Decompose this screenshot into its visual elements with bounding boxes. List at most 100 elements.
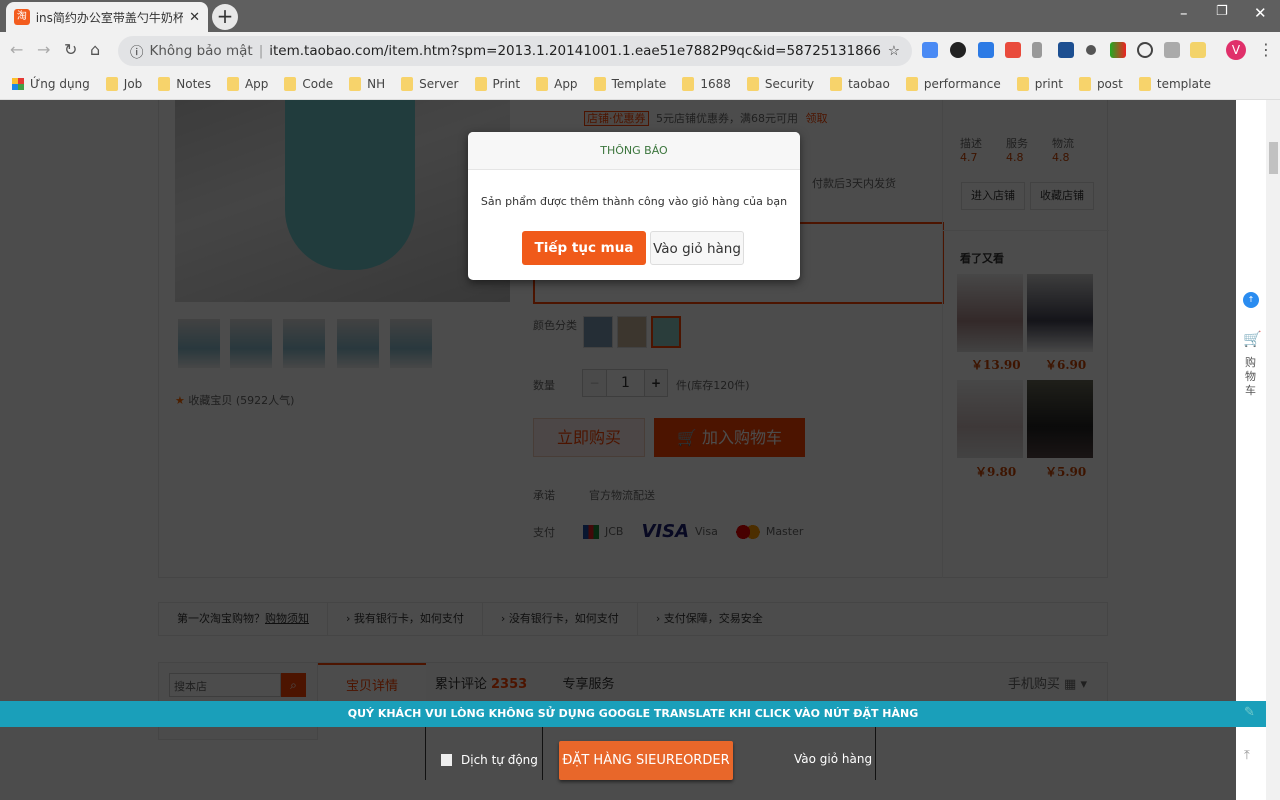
new-tab-button[interactable]: + <box>212 4 238 30</box>
info-link[interactable]: › 支付保障，交易安全 <box>638 602 781 636</box>
increment-button[interactable]: + <box>645 370 667 396</box>
restore-icon[interactable]: ❐ <box>1216 4 1228 19</box>
thumbnail[interactable] <box>390 319 432 368</box>
decrement-button[interactable]: − <box>583 370 606 396</box>
search-ext-icon[interactable] <box>950 42 966 58</box>
bookmark-folder[interactable]: Job <box>105 76 142 91</box>
shop-search-input[interactable]: 搜本店 <box>169 673 281 697</box>
scrollbar[interactable] <box>1266 100 1280 800</box>
home-icon[interactable]: ⌂ <box>90 40 100 59</box>
info-link[interactable]: › 没有银行卡，如何支付 <box>483 602 638 636</box>
bookmark-folder[interactable]: NH <box>349 76 385 91</box>
bookmark-folder[interactable]: App <box>536 76 578 91</box>
bookmark-folder[interactable]: Template <box>593 76 666 91</box>
color-swatch[interactable] <box>617 316 647 348</box>
also-viewed-title: 看了又看 <box>960 252 1004 265</box>
info-link[interactable]: › 我有银行卡，如何支付 <box>328 602 483 636</box>
color-swatch-selected[interactable] <box>651 316 681 348</box>
thumbnail[interactable] <box>230 319 272 368</box>
ext-icon[interactable] <box>1110 42 1126 58</box>
back-to-top-icon[interactable]: ⤒ <box>1244 748 1250 763</box>
bookmark-folder[interactable]: 1688 <box>682 76 731 91</box>
tab-reviews[interactable]: 累计评论 2353 <box>426 663 536 704</box>
ext-icon[interactable] <box>1137 42 1153 58</box>
eyedropper-ext-icon[interactable] <box>1032 42 1042 58</box>
place-order-button[interactable]: ĐẶT HÀNG SIEUREORDER <box>559 741 733 780</box>
thumbnail[interactable] <box>283 319 325 368</box>
minimize-icon[interactable]: – <box>1180 4 1188 22</box>
coupon-tag: 店铺·优惠券 <box>584 111 649 126</box>
divider: | <box>258 43 264 59</box>
ext-icon[interactable] <box>978 42 994 58</box>
address-bar[interactable]: ⓘ Không bảo mật | item.taobao.com/item.h… <box>118 36 912 66</box>
cart-icon[interactable]: 🛒 <box>1243 330 1262 348</box>
search-button[interactable]: ⌕ <box>281 673 306 697</box>
recommended-item-image[interactable] <box>1027 274 1093 352</box>
folder-icon <box>349 76 362 91</box>
auto-translate-checkbox[interactable] <box>441 754 452 766</box>
quantity-stepper: − 1 + <box>582 369 668 397</box>
add-to-cart-button[interactable]: 🛒 加入购物车 <box>654 418 805 457</box>
reload-icon[interactable]: ↻ <box>64 40 77 59</box>
close-tab-icon[interactable]: ✕ <box>189 10 200 25</box>
bookmark-folder[interactable]: Server <box>401 76 459 91</box>
quantity-input[interactable]: 1 <box>606 370 645 396</box>
browser-tab[interactable]: 淘 ins简约办公室带盖勺牛奶杯咖啡 ✕ <box>6 2 208 32</box>
bookmark-folder[interactable]: performance <box>905 76 1001 91</box>
mobile-buy[interactable]: 手机购买 ▦ ▾ <box>1008 663 1107 704</box>
back-icon[interactable]: ← <box>10 40 23 59</box>
tab-details[interactable]: 宝贝详情 <box>318 663 426 704</box>
shop-ratings: 描述 4.7 服务 4.8 物流 4.8 <box>960 135 1074 164</box>
favorite-shop-button[interactable]: 收藏店铺 <box>1030 182 1094 210</box>
chat-icon[interactable]: ↑ <box>1243 292 1259 308</box>
enter-shop-button[interactable]: 进入店铺 <box>961 182 1025 210</box>
bottom-go-to-cart-link[interactable]: Vào giỏ hàng <box>794 752 872 766</box>
recommended-item-image[interactable] <box>1027 380 1093 458</box>
recommended-item-image[interactable] <box>957 274 1023 352</box>
profile-avatar[interactable]: V <box>1226 40 1246 60</box>
stock-info: 件(库存120件) <box>676 379 750 392</box>
bookmark-folder[interactable]: taobao <box>830 76 890 91</box>
bookmark-folder[interactable]: template <box>1138 76 1211 91</box>
buy-now-button[interactable]: 立即购买 <box>533 418 645 457</box>
bookmark-folder[interactable]: print <box>1016 76 1063 91</box>
bookmark-folder[interactable]: App <box>226 76 268 91</box>
close-window-icon[interactable]: ✕ <box>1254 4 1267 22</box>
go-to-cart-button[interactable]: Vào giỏ hàng <box>650 231 744 265</box>
bookmark-apps[interactable]: Ứng dụng <box>12 77 90 91</box>
ext-icon[interactable] <box>1005 42 1021 58</box>
bookmark-folder[interactable]: post <box>1078 76 1123 91</box>
recommended-item-image[interactable] <box>957 380 1023 458</box>
ext-icon[interactable] <box>1190 42 1206 58</box>
favorite-item[interactable]: ★ 收藏宝贝 (5922人气) <box>175 392 294 408</box>
bookmark-folder[interactable]: Security <box>746 76 814 91</box>
folder-icon <box>536 76 549 91</box>
auto-translate-toggle[interactable]: Dịch tự động <box>441 753 538 767</box>
pencil-icon[interactable]: ✎ <box>1244 705 1255 720</box>
coupon-claim-link[interactable]: 领取 <box>806 112 828 125</box>
scrollbar-thumb[interactable] <box>1269 142 1278 174</box>
folder-icon <box>830 76 843 91</box>
thumbnail[interactable] <box>337 319 379 368</box>
recommended-price: ￥9.80 <box>975 465 1017 479</box>
tab-services[interactable]: 专享服务 <box>536 663 641 704</box>
ext-icon[interactable] <box>1086 45 1096 55</box>
cart-label[interactable]: 购物车 <box>1245 356 1257 398</box>
color-swatch[interactable] <box>583 316 613 348</box>
bookmark-folder[interactable]: Print <box>474 76 520 91</box>
folder-icon <box>105 76 118 91</box>
shopping-guide-link[interactable]: 购物须知 <box>265 612 309 625</box>
thumbnail[interactable] <box>178 319 220 368</box>
folder-icon <box>474 76 487 91</box>
bookmark-folder[interactable]: Code <box>284 76 333 91</box>
crx-ext-icon[interactable] <box>1164 42 1180 58</box>
forward-icon[interactable]: → <box>37 40 50 59</box>
bookmark-star-icon[interactable]: ☆ <box>888 43 900 59</box>
menu-icon[interactable]: ⋮ <box>1258 40 1274 59</box>
google-translate-ext-icon[interactable] <box>922 42 938 58</box>
continue-shopping-button[interactable]: Tiếp tục mua hàng <box>522 231 646 280</box>
ext-icon[interactable] <box>1058 42 1074 58</box>
translate-warning: QUÝ KHÁCH VUI LÒNG KHÔNG SỬ DỤNG GOOGLE … <box>0 701 1266 727</box>
bookmark-folder[interactable]: Notes <box>158 76 211 91</box>
bookmarks-bar: Ứng dụng Job Notes App Code NH Server Pr… <box>0 68 1280 100</box>
